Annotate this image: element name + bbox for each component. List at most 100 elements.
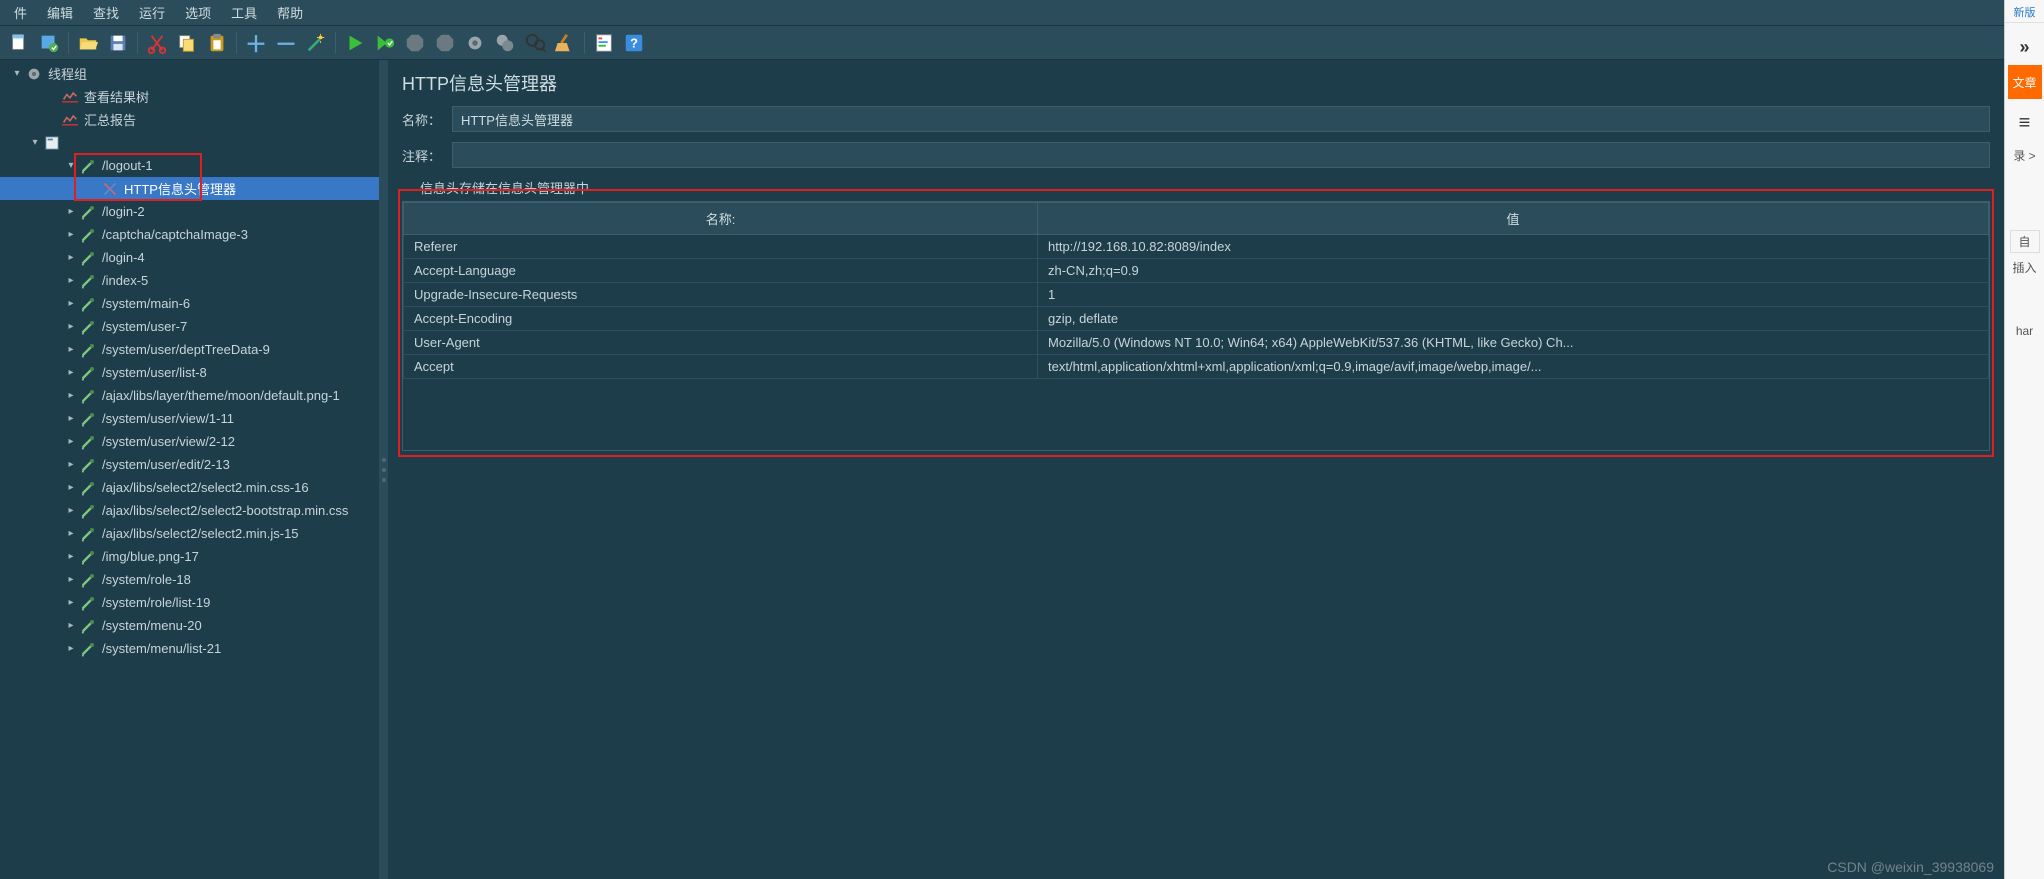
tree-item-request[interactable]: ▸/img/blue.png-17: [0, 545, 379, 568]
menu-run[interactable]: 运行: [129, 0, 175, 26]
run-icon[interactable]: [341, 29, 369, 57]
shutdown-icon[interactable]: [431, 29, 459, 57]
cut-icon[interactable]: [143, 29, 171, 57]
save-icon[interactable]: [104, 29, 132, 57]
menu-tools[interactable]: 工具: [221, 0, 267, 26]
tree-item-request[interactable]: ▸/system/user/view/2-12: [0, 430, 379, 453]
cell-header-value[interactable]: 1: [1038, 283, 1989, 307]
paste-icon[interactable]: [203, 29, 231, 57]
table-row[interactable]: Accept-Encodinggzip, deflate: [404, 307, 1989, 331]
tree-item-request[interactable]: ▸/ajax/libs/select2/select2.min.js-15: [0, 522, 379, 545]
headers-table[interactable]: 名称: 值 Refererhttp://192.168.10.82:8089/i…: [402, 201, 1990, 451]
expand-icon[interactable]: ▸: [64, 206, 78, 217]
clear-all-icon[interactable]: [491, 29, 519, 57]
run-nopause-icon[interactable]: [371, 29, 399, 57]
cell-header-name[interactable]: Referer: [404, 235, 1038, 259]
expand-icon[interactable]: ▸: [64, 574, 78, 585]
more-icon[interactable]: »: [2007, 29, 2043, 65]
cell-header-value[interactable]: text/html,application/xhtml+xml,applicat…: [1038, 355, 1989, 379]
tree-item-request[interactable]: ▸/ajax/libs/select2/select2-bootstrap.mi…: [0, 499, 379, 522]
menu-file[interactable]: 件: [4, 0, 37, 26]
wand-icon[interactable]: [302, 29, 330, 57]
expand-icon[interactable]: ▸: [64, 321, 78, 332]
tree-item-request[interactable]: ▸/system/user/list-8: [0, 361, 379, 384]
expand-icon[interactable]: ▸: [64, 505, 78, 516]
tree-item-request[interactable]: ▸/system/menu-20: [0, 614, 379, 637]
tree-item-request[interactable]: ▸/captcha/captchaImage-3: [0, 223, 379, 246]
menu-search[interactable]: 查找: [83, 0, 129, 26]
expand-icon[interactable]: ▾: [10, 68, 24, 79]
har-label[interactable]: har: [2005, 322, 2044, 340]
tree-item-request[interactable]: ▸/system/user/view/1-11: [0, 407, 379, 430]
expand-icon[interactable]: ▸: [64, 643, 78, 654]
expand-icon[interactable]: ▸: [64, 482, 78, 493]
cell-header-value[interactable]: http://192.168.10.82:8089/index: [1038, 235, 1989, 259]
tree-view-results[interactable]: ▸ 查看结果树: [0, 85, 379, 108]
table-row[interactable]: Accept-Languagezh-CN,zh;q=0.9: [404, 259, 1989, 283]
help-icon[interactable]: ?: [620, 29, 648, 57]
tree-item-request[interactable]: ▸/system/menu/list-21: [0, 637, 379, 660]
splitter[interactable]: [380, 60, 388, 879]
table-row[interactable]: Accepttext/html,application/xhtml+xml,ap…: [404, 355, 1989, 379]
search-icon[interactable]: [521, 29, 549, 57]
custom-label[interactable]: 自: [2010, 230, 2040, 253]
clear-icon[interactable]: [461, 29, 489, 57]
menu-edit[interactable]: 编辑: [37, 0, 83, 26]
open-icon[interactable]: [74, 29, 102, 57]
cell-header-value[interactable]: zh-CN,zh;q=0.9: [1038, 259, 1989, 283]
expand-icon[interactable]: ▾: [28, 137, 42, 148]
broom-icon[interactable]: [551, 29, 579, 57]
new-icon[interactable]: [5, 29, 33, 57]
tree-item-request[interactable]: ▸/system/user-7: [0, 315, 379, 338]
tree-item-request[interactable]: ▸/ajax/libs/select2/select2.min.css-16: [0, 476, 379, 499]
cell-header-value[interactable]: Mozilla/5.0 (Windows NT 10.0; Win64; x64…: [1038, 331, 1989, 355]
expand-icon[interactable]: ▸: [64, 459, 78, 470]
cell-header-value[interactable]: gzip, deflate: [1038, 307, 1989, 331]
hamburger-icon[interactable]: ≡: [2007, 105, 2043, 141]
comment-input[interactable]: [452, 142, 1990, 168]
tree-item-header-manager[interactable]: ▸HTTP信息头管理器: [0, 177, 379, 200]
insert-label[interactable]: 插入: [2005, 257, 2044, 278]
tree-item-request[interactable]: ▸/login-4: [0, 246, 379, 269]
tree-item-request[interactable]: ▸/system/role/list-19: [0, 591, 379, 614]
tree-item-request[interactable]: ▾/logout-1: [0, 154, 379, 177]
tree-recorder[interactable]: ▾: [0, 131, 379, 154]
copy-icon[interactable]: [173, 29, 201, 57]
expand-icon[interactable]: ▾: [64, 160, 78, 171]
tree-item-request[interactable]: ▸/system/user/deptTreeData-9: [0, 338, 379, 361]
table-row[interactable]: Refererhttp://192.168.10.82:8089/index: [404, 235, 1989, 259]
expand-icon[interactable]: ▸: [64, 390, 78, 401]
expand-icon[interactable]: ▸: [64, 229, 78, 240]
cell-header-name[interactable]: Accept-Language: [404, 259, 1038, 283]
expand-icon[interactable]: ▸: [64, 528, 78, 539]
tree-item-request[interactable]: ▸/system/main-6: [0, 292, 379, 315]
expand-icon[interactable]: ▸: [64, 436, 78, 447]
cell-header-name[interactable]: User-Agent: [404, 331, 1038, 355]
test-plan-tree[interactable]: ▾ 线程组 ▸ 查看结果树 ▸ 汇总报告 ▾ ▾/logout-1▸HTTP信息…: [0, 60, 380, 879]
col-name[interactable]: 名称:: [404, 203, 1038, 235]
remove-icon[interactable]: －: [272, 29, 300, 57]
expand-icon[interactable]: ▸: [64, 413, 78, 424]
stop-icon[interactable]: [401, 29, 429, 57]
expand-icon[interactable]: ▸: [64, 252, 78, 263]
expand-icon[interactable]: ▸: [64, 298, 78, 309]
login-label[interactable]: 录 >: [2005, 145, 2044, 166]
expand-icon[interactable]: ▸: [64, 344, 78, 355]
cell-header-name[interactable]: Accept: [404, 355, 1038, 379]
add-icon[interactable]: ＋: [242, 29, 270, 57]
cell-header-name[interactable]: Upgrade-Insecure-Requests: [404, 283, 1038, 307]
name-input[interactable]: [452, 106, 1990, 132]
tree-item-request[interactable]: ▸/system/user/edit/2-13: [0, 453, 379, 476]
menu-options[interactable]: 选项: [175, 0, 221, 26]
templates-icon[interactable]: [35, 29, 63, 57]
tree-summary-report[interactable]: ▸ 汇总报告: [0, 108, 379, 131]
expand-icon[interactable]: ▸: [64, 620, 78, 631]
expand-icon[interactable]: ▸: [64, 597, 78, 608]
expand-icon[interactable]: ▸: [64, 551, 78, 562]
expand-icon[interactable]: ▸: [64, 275, 78, 286]
table-row[interactable]: User-AgentMozilla/5.0 (Windows NT 10.0; …: [404, 331, 1989, 355]
tree-item-request[interactable]: ▸/ajax/libs/layer/theme/moon/default.png…: [0, 384, 379, 407]
tree-item-request[interactable]: ▸/system/role-18: [0, 568, 379, 591]
expand-icon[interactable]: ▸: [64, 367, 78, 378]
cell-header-name[interactable]: Accept-Encoding: [404, 307, 1038, 331]
